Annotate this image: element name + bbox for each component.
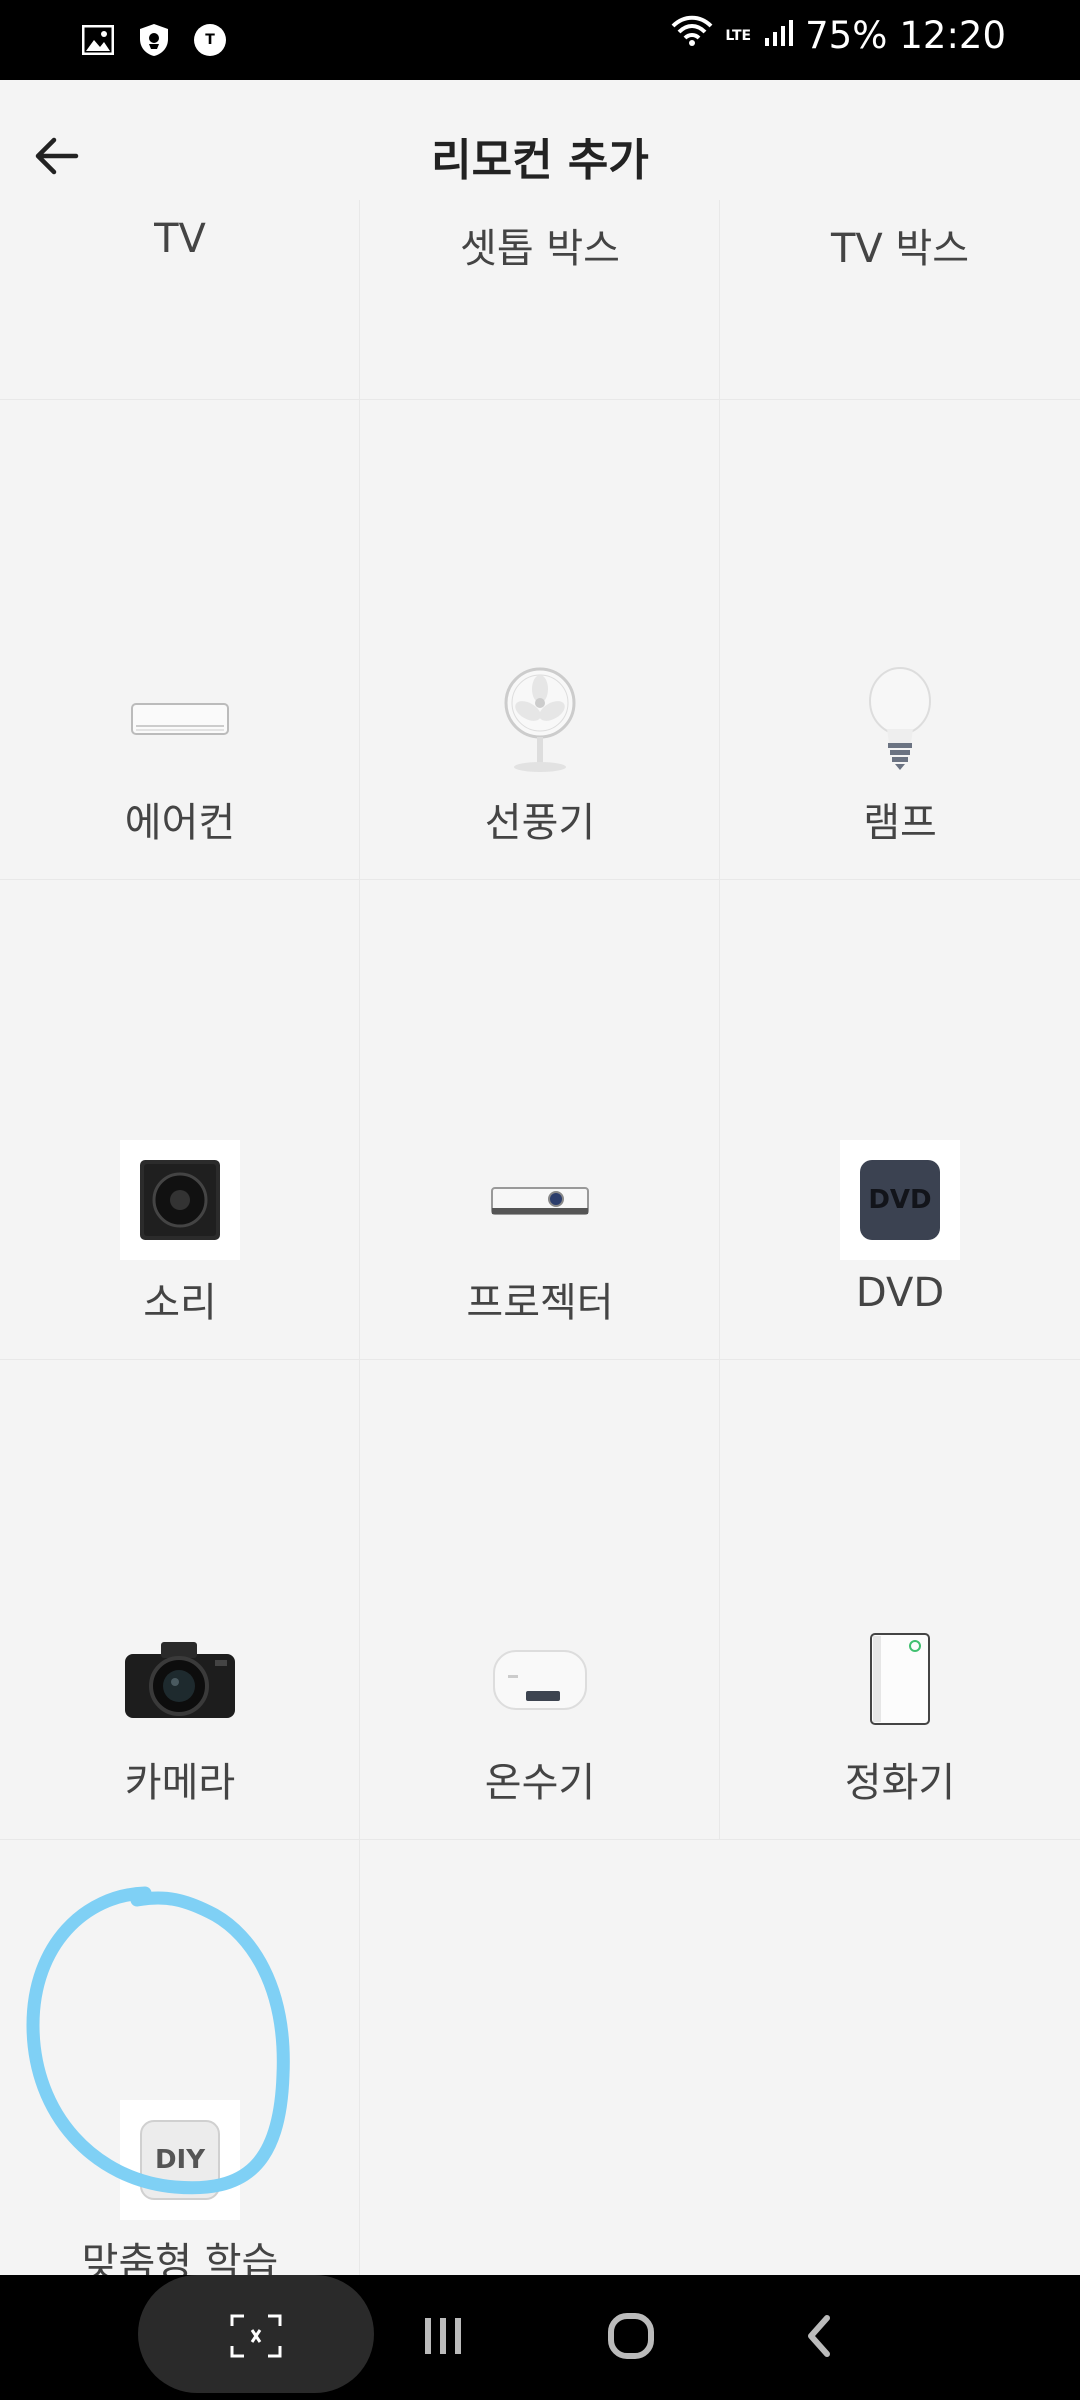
- dvd-icon: DVD: [840, 1140, 960, 1260]
- signal-icon: [763, 14, 794, 57]
- wifi-icon: [671, 14, 713, 57]
- back-nav-button[interactable]: [784, 2301, 854, 2371]
- dvd-icon-text: DVD: [860, 1160, 940, 1240]
- air-conditioner-icon: [120, 660, 240, 780]
- device-grid: TV 셋톱 박스 TV 박스 에어컨 선풍기 램프 소리 프로젝터 DVD DV…: [0, 200, 1080, 2286]
- shield-icon: [136, 22, 172, 58]
- svg-text:T: T: [205, 32, 215, 48]
- device-tv[interactable]: TV: [0, 200, 360, 400]
- clock: 12:20: [899, 14, 1006, 57]
- device-label: 온수기: [484, 1760, 596, 1806]
- device-label: 선풍기: [484, 800, 596, 846]
- tfree-icon: T: [192, 22, 228, 58]
- device-label: 카메라: [124, 1760, 236, 1806]
- page-title: 리모컨 추가: [431, 135, 649, 186]
- recent-apps-icon: [425, 2318, 461, 2354]
- device-label: TV: [154, 216, 206, 262]
- device-label: 셋톱 박스: [460, 226, 620, 272]
- home-button[interactable]: [596, 2301, 666, 2371]
- device-fan[interactable]: 선풍기: [360, 400, 720, 880]
- fan-icon: [480, 660, 600, 780]
- water-heater-icon: [480, 1620, 600, 1740]
- gallery-icon: [80, 22, 116, 58]
- system-nav-bar: [0, 2275, 1080, 2400]
- device-projector[interactable]: 프로젝터: [360, 880, 720, 1360]
- device-lamp[interactable]: 램프: [720, 400, 1080, 880]
- chevron-left-icon: [808, 2315, 830, 2357]
- lamp-icon: [840, 660, 960, 780]
- device-purifier[interactable]: 정화기: [720, 1360, 1080, 1840]
- device-dvd[interactable]: DVD DVD: [720, 880, 1080, 1360]
- device-label: DVD: [855, 1270, 945, 1316]
- diy-icon: DIY: [120, 2100, 240, 2220]
- device-label: 소리: [143, 1280, 217, 1326]
- screen-capture-pill[interactable]: [138, 2275, 374, 2393]
- device-tv-box[interactable]: TV 박스: [720, 200, 1080, 400]
- device-label: 정화기: [844, 1760, 956, 1806]
- recent-apps-button[interactable]: [408, 2301, 478, 2371]
- device-air-conditioner[interactable]: 에어컨: [0, 400, 360, 880]
- status-bar: T LTE 75% 12:20: [0, 0, 1080, 80]
- purifier-icon: [840, 1620, 960, 1740]
- home-icon: [608, 2313, 654, 2359]
- device-label: 프로젝터: [466, 1280, 614, 1326]
- device-water-heater[interactable]: 온수기: [360, 1360, 720, 1840]
- capture-icon: [221, 2301, 291, 2371]
- camera-icon: [120, 1620, 240, 1740]
- speaker-icon: [120, 1140, 240, 1260]
- device-label: 에어컨: [124, 800, 236, 846]
- projector-icon: [480, 1140, 600, 1260]
- device-diy-learning[interactable]: DIY 맞춤형 학습: [0, 1840, 360, 2286]
- diy-icon-text: DIY: [140, 2120, 220, 2200]
- device-camera[interactable]: 카메라: [0, 1360, 360, 1840]
- device-sound[interactable]: 소리: [0, 880, 360, 1360]
- battery-percent: 75%: [805, 14, 888, 57]
- lte-indicator: LTE: [725, 27, 752, 44]
- device-label: TV 박스: [830, 226, 970, 272]
- device-settop-box[interactable]: 셋톱 박스: [360, 200, 720, 400]
- device-label: 램프: [863, 800, 937, 846]
